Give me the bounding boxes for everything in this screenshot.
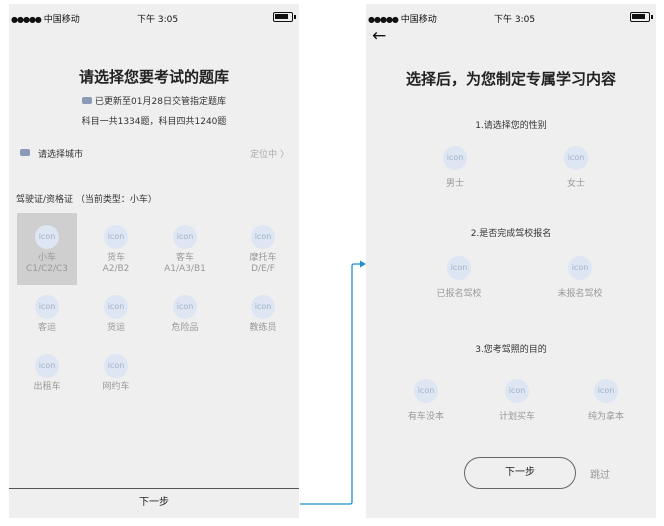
status-time: 下午 3:05 <box>137 15 179 25</box>
license-section-title: 驾驶证/资格证 （当前类型：小车） <box>16 195 157 205</box>
carrier: ●●●●● 中国移动 <box>11 12 80 25</box>
screen-personalize: ●●●●● 中国移动 下午 3:05 ← 选择后，为您制定专属学习内容 1.请选… <box>366 4 656 518</box>
option-plan-buy[interactable]: icon 计划买车 <box>477 379 557 422</box>
page-title: 请选择您要考试的题库 <box>78 68 229 86</box>
category-ride-hailing[interactable]: icon 网约车 <box>86 342 146 414</box>
category-sub: A1/A3/B1 <box>164 264 206 274</box>
truck-icon: icon <box>104 225 128 249</box>
locate-status: 定位中 〉 <box>250 150 289 160</box>
option-label: 男士 <box>445 179 464 189</box>
city-selector[interactable]: 请选择城市 定位中 〉 <box>9 142 299 164</box>
option-female[interactable]: icon 女士 <box>536 146 616 189</box>
option-just-license[interactable]: icon 纯为拿本 <box>566 379 646 422</box>
option-male[interactable]: icon 男士 <box>415 146 495 189</box>
category-sub: D/E/F <box>251 264 275 274</box>
status-time: 下午 3:05 <box>494 15 536 25</box>
category-taxi[interactable]: icon 出租车 <box>17 342 77 414</box>
screen-exam-bank-select: ●●●●● 中国移动 下午 3:05 请选择您要考试的题库 已更新至01月28日… <box>9 4 299 518</box>
category-name: 货运 <box>106 323 125 333</box>
battery-icon <box>630 12 653 22</box>
category-name: 教练员 <box>249 323 277 333</box>
category-name: 摩托车 <box>249 253 277 263</box>
carrier: ●●●●● 中国移动 <box>368 12 437 25</box>
city-label: 请选择城市 <box>38 150 84 160</box>
category-name: 客车 <box>175 253 194 263</box>
have-car-icon: icon <box>414 379 438 403</box>
option-label: 已报名驾校 <box>436 289 482 299</box>
category-name: 货车 <box>106 253 125 263</box>
battery-icon <box>273 12 296 22</box>
question-purpose: 3.您考驾照的目的 <box>475 345 547 355</box>
female-icon: icon <box>564 146 588 170</box>
carrier-name: 中国移动 <box>43 15 80 25</box>
option-label: 有车没本 <box>407 412 444 422</box>
category-motorcycle[interactable]: icon 摩托车 D/E/F <box>233 213 293 285</box>
option-enrolled[interactable]: icon 已报名驾校 <box>419 256 499 299</box>
question-school-enrollment: 2.是否完成驾校报名 <box>470 229 552 239</box>
page-title: 选择后，为您制定专属学习内容 <box>405 70 616 88</box>
category-sub: C1/C2/C3 <box>25 264 69 274</box>
next-button[interactable]: 下一步 <box>9 488 299 518</box>
signal-icon: ●●●●● <box>368 15 399 24</box>
carrier-name: 中国移动 <box>400 15 437 25</box>
question-total: 科目一共1334题，科目四共1240题 <box>81 117 227 127</box>
category-instructor[interactable]: icon 教练员 <box>233 283 293 355</box>
signal-icon: ●●●●● <box>11 15 42 24</box>
category-name: 小车 <box>37 253 56 263</box>
update-info: 已更新至01月28日交管指定题库 <box>9 94 299 107</box>
status-bar: ●●●●● 中国移动 下午 3:05 <box>366 4 656 30</box>
ride-hailing-icon: icon <box>104 354 128 378</box>
category-sub: A2/B2 <box>102 264 130 274</box>
passenger-transport-icon: icon <box>35 295 59 319</box>
option-label: 未报名驾校 <box>557 289 603 299</box>
option-have-car[interactable]: icon 有车没本 <box>386 379 466 422</box>
enrolled-icon: icon <box>447 256 471 280</box>
category-bus[interactable]: icon 客车 A1/A3/B1 <box>155 213 215 285</box>
category-name: 网约车 <box>102 382 130 392</box>
freight-icon: icon <box>104 295 128 319</box>
option-label: 女士 <box>566 179 585 189</box>
just-license-icon: icon <box>594 379 618 403</box>
status-bar: ●●●●● 中国移动 下午 3:05 <box>9 4 299 30</box>
skip-button[interactable]: 跳过 <box>590 466 610 481</box>
question-gender: 1.请选择您的性别 <box>475 121 547 131</box>
bus-icon: icon <box>173 225 197 249</box>
category-hazmat[interactable]: icon 危险品 <box>155 283 215 355</box>
category-name: 危险品 <box>171 323 199 333</box>
category-truck[interactable]: icon 货车 A2/B2 <box>86 213 146 285</box>
plan-buy-icon: icon <box>505 379 529 403</box>
car-icon: icon <box>35 225 59 249</box>
not-enrolled-icon: icon <box>568 256 592 280</box>
option-label: 计划买车 <box>498 412 535 422</box>
instructor-icon: icon <box>251 295 275 319</box>
category-name: 客运 <box>37 323 56 333</box>
back-arrow-icon[interactable]: ← <box>372 26 386 46</box>
next-button[interactable]: 下一步 <box>464 457 576 489</box>
taxi-icon: icon <box>35 354 59 378</box>
option-not-enrolled[interactable]: icon 未报名驾校 <box>540 256 620 299</box>
update-text: 已更新至01月28日交管指定题库 <box>95 97 226 107</box>
option-label: 纯为拿本 <box>587 412 624 422</box>
location-icon <box>20 149 30 156</box>
male-icon: icon <box>443 146 467 170</box>
motorcycle-icon: icon <box>251 225 275 249</box>
category-name: 出租车 <box>33 382 61 392</box>
info-icon <box>82 97 93 104</box>
hazmat-icon: icon <box>173 295 197 319</box>
category-car[interactable]: icon 小车 C1/C2/C3 <box>17 213 77 285</box>
